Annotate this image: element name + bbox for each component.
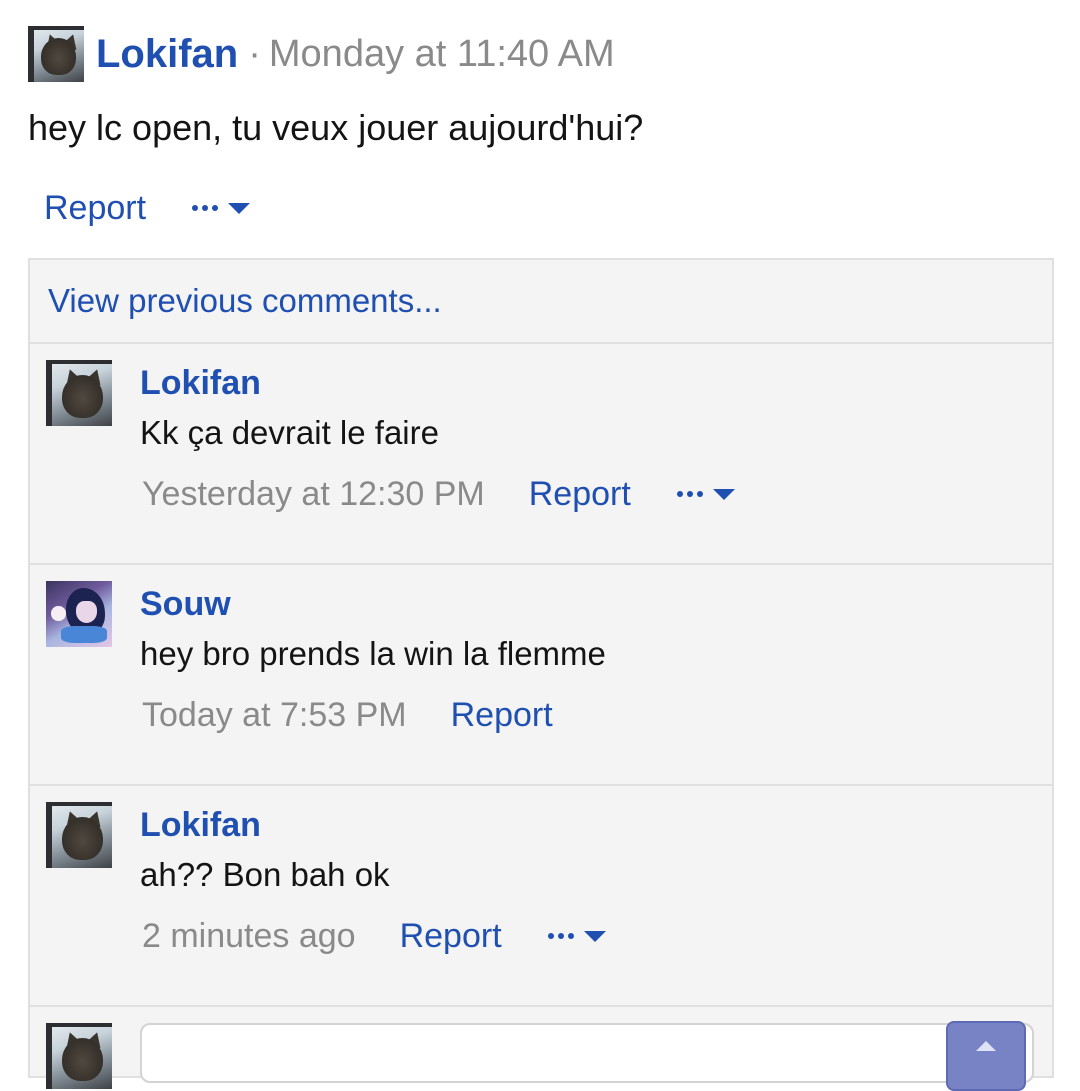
- reply-input[interactable]: [140, 1023, 1034, 1083]
- commenter-name-link[interactable]: Lokifan: [140, 806, 261, 845]
- comment-meta: Today at 7:53 PM Report: [142, 693, 553, 737]
- separator-dot: ·: [248, 32, 261, 75]
- commenter-avatar[interactable]: [46, 802, 112, 868]
- comment-timestamp[interactable]: Today at 7:53 PM: [142, 696, 407, 735]
- view-previous-comments-link[interactable]: View previous comments...: [30, 260, 1052, 344]
- caret-down-icon: [583, 930, 606, 942]
- more-options-dots-icon: [547, 933, 574, 939]
- comment-text: hey bro prends la win la flemme: [140, 635, 606, 672]
- more-options-dots-icon: [676, 491, 703, 497]
- send-arrow-up-icon: [976, 1041, 996, 1051]
- comment-report-link[interactable]: Report: [529, 475, 631, 514]
- comment-meta: 2 minutes ago Report: [142, 914, 606, 958]
- commenter-name-link[interactable]: Souw: [140, 585, 231, 624]
- status-author-link[interactable]: Lokifan: [96, 32, 238, 77]
- comment-text: Kk ça devrait le faire: [140, 414, 439, 451]
- comment-more-menu[interactable]: [547, 930, 606, 942]
- status-actions: Report: [44, 186, 251, 230]
- comment-timestamp[interactable]: 2 minutes ago: [142, 917, 356, 956]
- status-report-link[interactable]: Report: [44, 189, 146, 228]
- commenter-name-link[interactable]: Lokifan: [140, 364, 261, 403]
- comments-panel: View previous comments... Lokifan Kk ça …: [28, 258, 1054, 1091]
- commenter-avatar[interactable]: [46, 581, 112, 647]
- reply-row: [30, 1007, 1052, 1091]
- comment-item: Lokifan Kk ça devrait le faire Yesterday…: [30, 344, 1052, 565]
- comment-report-link[interactable]: Report: [400, 917, 502, 956]
- status-message: hey lc open, tu veux jouer aujourd'hui?: [28, 107, 644, 148]
- commenter-avatar[interactable]: [46, 360, 112, 426]
- comment-more-menu[interactable]: [676, 488, 735, 500]
- caret-down-icon: [712, 488, 735, 500]
- comment-meta: Yesterday at 12:30 PM Report: [142, 472, 735, 516]
- comment-report-link[interactable]: Report: [451, 696, 553, 735]
- comment-timestamp[interactable]: Yesterday at 12:30 PM: [142, 475, 485, 514]
- status-more-menu[interactable]: [192, 202, 251, 214]
- author-avatar[interactable]: [28, 26, 84, 82]
- more-options-dots-icon: [192, 205, 219, 211]
- status-header: Lokifan · Monday at 11:40 AM: [28, 26, 615, 82]
- status-timestamp[interactable]: Monday at 11:40 AM: [269, 33, 615, 76]
- reply-send-button[interactable]: [946, 1021, 1026, 1091]
- caret-down-icon: [228, 202, 251, 214]
- current-user-avatar: [46, 1023, 112, 1089]
- comment-text: ah?? Bon bah ok: [140, 856, 390, 893]
- comment-item: Souw hey bro prends la win la flemme Tod…: [30, 565, 1052, 786]
- comment-item: Lokifan ah?? Bon bah ok 2 minutes ago Re…: [30, 786, 1052, 1007]
